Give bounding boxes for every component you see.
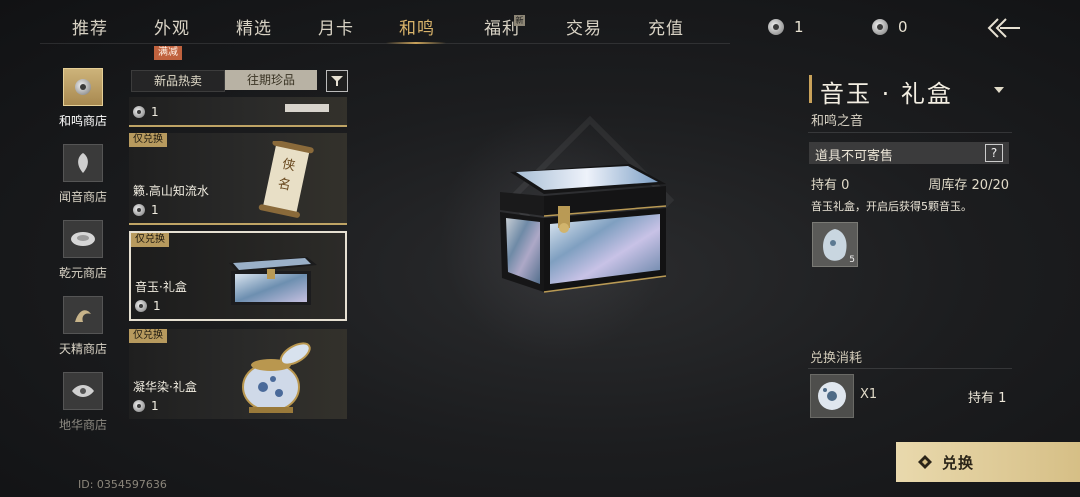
scroll-art: 侠 名 — [255, 139, 319, 223]
tab-recommend[interactable]: 推荐 — [72, 14, 108, 39]
tab-recharge[interactable]: 充值 — [648, 14, 684, 39]
store-qianyuan[interactable]: 乾元商店 — [52, 220, 114, 281]
item-price: 1 — [133, 203, 159, 217]
store-tianjing-icon — [63, 296, 103, 334]
coin-icon — [818, 382, 846, 410]
back-arrow-icon[interactable] — [986, 16, 1022, 40]
tab-featured[interactable]: 精选 — [236, 14, 272, 39]
divider — [808, 132, 1012, 133]
list-item-selected[interactable]: 仅兑换 音玉·礼盒 1 — [129, 231, 347, 321]
exchange-button-label: 兑换 — [942, 453, 975, 472]
gift-box-art — [223, 243, 319, 313]
item-price-value: 1 — [151, 399, 159, 413]
item-subtitle: 和鸣之音 — [811, 114, 864, 129]
currency-2-value: 0 — [898, 18, 908, 36]
store-dihua-icon — [63, 372, 103, 410]
store-qianyuan-icon — [63, 220, 103, 258]
list-item[interactable]: 仅兑换 侠 名 籁.高山知流水 1 — [129, 133, 347, 225]
exchange-only-tag: 仅兑换 — [131, 233, 169, 247]
not-tradeable-notice: 道具不可寄售 ? — [809, 142, 1009, 164]
item-title: 音玉 · 礼盒 — [820, 80, 953, 108]
item-price: 1 — [133, 399, 159, 413]
reward-count: 5 — [849, 255, 855, 265]
item-price: 1 — [135, 299, 161, 313]
owned-stock-row: 持有 0 周库存 20/20 — [811, 174, 1011, 193]
item-art — [283, 99, 333, 118]
coin-icon — [133, 400, 145, 412]
item-name: 凝华染·礼盒 — [133, 380, 197, 394]
notice-text: 道具不可寄售 — [815, 149, 894, 164]
store-label: 乾元商店 — [58, 266, 107, 280]
gift-box-preview[interactable] — [470, 100, 710, 330]
subtab-past[interactable]: 往期珍品 — [225, 70, 317, 90]
jar-art — [233, 333, 317, 419]
store-label: 和鸣商店 — [58, 114, 107, 128]
divider — [808, 368, 1012, 369]
coin-icon — [872, 19, 888, 35]
cost-item-slot[interactable] — [810, 374, 854, 418]
store-heming[interactable]: 和鸣商店 — [52, 68, 114, 129]
title-accent-bar — [809, 75, 812, 103]
store-tianjing[interactable]: 天精商店 — [52, 296, 114, 357]
item-price-value: 1 — [151, 203, 159, 217]
filter-icon — [331, 76, 343, 86]
exchange-button[interactable]: 兑换 — [896, 442, 1080, 482]
item-name: 籁.高山知流水 — [133, 184, 209, 198]
cost-multiplier: X1 — [860, 387, 878, 402]
user-id: ID: 0354597636 — [78, 478, 167, 491]
new-badge: 新 — [514, 15, 525, 26]
help-icon[interactable]: ? — [985, 144, 1003, 162]
list-item[interactable]: 仅兑换 凝华染·礼盒 1 — [129, 329, 347, 419]
item-price-value: 1 — [151, 105, 159, 119]
diamond-icon — [918, 455, 932, 469]
nav-divider — [40, 43, 730, 44]
currency-1: 1 — [768, 18, 804, 36]
coin-icon — [133, 204, 145, 216]
item-price: 1 — [133, 105, 159, 119]
store-label: 地华商店 — [58, 418, 107, 432]
tab-trade[interactable]: 交易 — [566, 14, 602, 39]
tab-heming[interactable]: 和鸣 — [399, 14, 435, 39]
owned-count: 持有 0 — [811, 178, 850, 193]
subtab-new-hot[interactable]: 新品热卖 — [131, 70, 225, 92]
exchange-only-tag: 仅兑换 — [129, 329, 167, 343]
item-description: 音玉礼盒，开启后获得5颗音玉。 — [811, 200, 972, 213]
item-list[interactable]: 1 仅兑换 侠 名 籁.高山知流水 1 仅兑换 音玉·礼盒 1 仅兑换 凝华染·… — [129, 97, 349, 419]
cost-label: 兑换消耗 — [810, 351, 863, 366]
store-label: 天精商店 — [58, 342, 107, 356]
top-nav: 推荐 外观 精选 月卡 和鸣 福利 交易 充值 满减 新 1 0 — [0, 0, 1080, 60]
currency-1-value: 1 — [794, 18, 804, 36]
cost-owned: 持有 1 — [968, 391, 1007, 406]
exchange-only-tag: 仅兑换 — [129, 133, 167, 147]
filter-button[interactable] — [326, 70, 348, 92]
coin-icon — [135, 300, 147, 312]
store-wenyin-icon — [63, 144, 103, 182]
dropdown-arrow-icon[interactable] — [994, 87, 1004, 93]
item-name: 音玉·礼盒 — [135, 280, 187, 294]
store-label: 闻音商店 — [58, 190, 107, 204]
coin-icon — [768, 19, 784, 35]
list-item[interactable]: 1 — [129, 97, 347, 127]
store-wenyin[interactable]: 闻音商店 — [52, 144, 114, 205]
item-price-value: 1 — [153, 299, 161, 313]
weekly-stock: 周库存 20/20 — [928, 178, 1009, 193]
store-dihua[interactable]: 地华商店 — [52, 372, 114, 433]
currency-2: 0 — [872, 18, 908, 36]
tab-monthly-card[interactable]: 月卡 — [318, 14, 354, 39]
tab-appearance[interactable]: 外观 — [154, 14, 190, 39]
coin-icon — [75, 79, 91, 95]
active-tab-underline — [386, 42, 446, 44]
coin-icon — [133, 106, 145, 118]
store-heming-icon — [63, 68, 103, 106]
promo-badge: 满减 — [154, 46, 182, 60]
reward-item-slot[interactable]: 5 — [812, 222, 858, 267]
